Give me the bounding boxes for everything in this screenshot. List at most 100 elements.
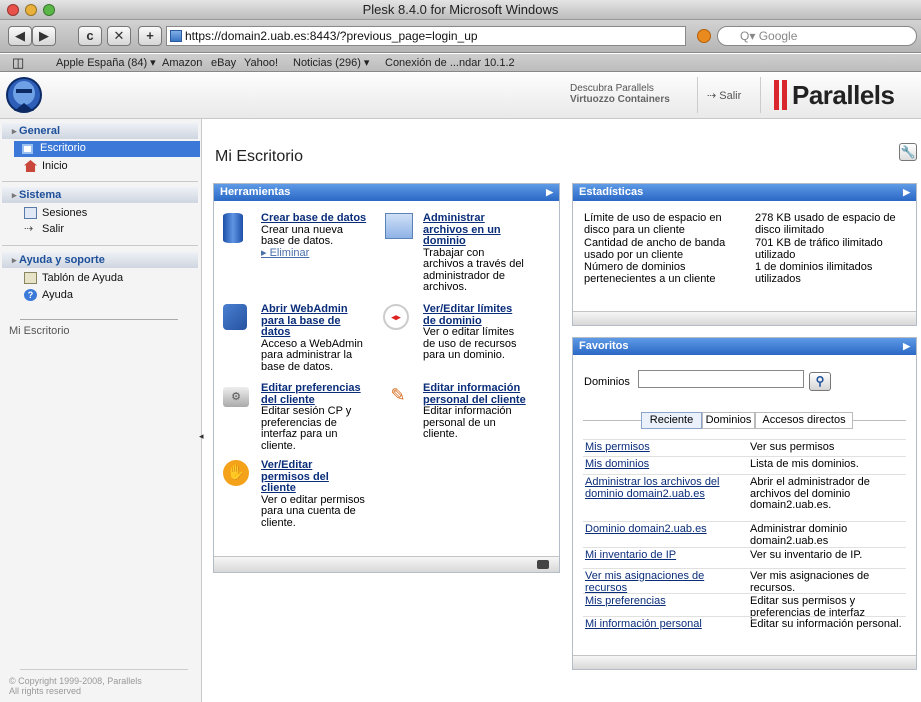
- favorite-link[interactable]: Mis dominios: [585, 458, 735, 471]
- expand-arrow-icon[interactable]: ▶: [903, 184, 910, 201]
- row-divider: [583, 616, 906, 617]
- sidebar-section-general[interactable]: General: [2, 123, 198, 139]
- stat-line: 278 KB usado de espacio de: [755, 212, 896, 224]
- desc-line: Abrir el administrador de: [750, 476, 870, 488]
- sidebar-item-ayuda[interactable]: ? Ayuda: [22, 288, 73, 303]
- sidebar-item-tablon[interactable]: Tablón de Ayuda: [22, 271, 123, 286]
- copyright-line: © Copyright 1999-2008, Parallels: [9, 676, 142, 686]
- desc-line: domain2.uab.es: [750, 534, 829, 547]
- stats-panel-footer: [573, 311, 916, 325]
- link-line: Editar preferencias: [261, 382, 361, 394]
- stop-button[interactable]: ✕: [107, 26, 131, 46]
- tool-desc: para un dominio.: [423, 349, 505, 361]
- window-title-bar: Plesk 8.4.0 for Microsoft Windows: [0, 0, 921, 20]
- limites-dominio-link[interactable]: Ver/Editar límites de dominio: [423, 303, 583, 327]
- reload-button[interactable]: c: [78, 26, 102, 46]
- stat-line: pertenecientes a un cliente: [584, 272, 716, 285]
- bookmark-yahoo[interactable]: Yahoo!: [244, 54, 278, 72]
- sidebar-item-label: Salir: [42, 223, 65, 235]
- row-divider: [583, 568, 906, 569]
- url-field[interactable]: https://domain2.uab.es:8443/?previous_pa…: [166, 26, 686, 46]
- bookmark-conexion[interactable]: Conexión de ...ndar 10.1.2: [385, 54, 515, 72]
- tab-dominios[interactable]: Dominios: [702, 412, 755, 429]
- favorite-link[interactable]: Mi información personal: [585, 618, 735, 631]
- tools-panel: Herramientas ▶ Crear base de datos Crear …: [213, 183, 560, 573]
- sidebar-section-sistema[interactable]: Sistema: [2, 187, 198, 203]
- favorite-link[interactable]: Ver mis asignaciones de recursos: [585, 570, 735, 594]
- link-line: Mi información personal: [585, 618, 702, 630]
- zoom-window-icon[interactable]: [43, 4, 55, 16]
- tools-panel-header[interactable]: Herramientas ▶: [214, 184, 559, 201]
- link-line: permisos del: [261, 470, 329, 483]
- tab-reciente[interactable]: Reciente: [641, 412, 702, 429]
- sidebar-section-ayuda-soporte[interactable]: Ayuda y soporte: [2, 252, 198, 268]
- link-line: Editar información: [423, 382, 521, 394]
- administrar-archivos-link[interactable]: Administrar archivos en un dominio: [423, 212, 583, 248]
- favorite-link[interactable]: Dominio domain2.uab.es: [585, 523, 735, 536]
- sidebar-item-label: Inicio: [42, 160, 68, 172]
- header-divider: [760, 77, 761, 113]
- header-logout-link[interactable]: ⇢ Salir: [707, 89, 741, 102]
- sidebar-item-salir[interactable]: ⇢ Salir: [22, 222, 64, 237]
- eliminar-link[interactable]: ▸ Eliminar: [261, 247, 421, 260]
- stats-panel-header[interactable]: Estadísticas ▶: [573, 184, 916, 201]
- close-window-icon[interactable]: [7, 4, 19, 16]
- desc-line: Lista de mis dominios.: [750, 458, 859, 470]
- bookmark-noticias[interactable]: Noticias (296) ▾: [293, 54, 369, 72]
- favorite-link[interactable]: Mis permisos: [585, 441, 735, 454]
- parallels-brand[interactable]: Parallels: [792, 81, 895, 109]
- favorite-link[interactable]: Mi inventario de IP: [585, 549, 735, 562]
- sidebar-item-label: Tablón de Ayuda: [42, 272, 124, 284]
- desktop-icon: [22, 144, 33, 154]
- copyright: © Copyright 1999-2008, Parallels All rig…: [9, 676, 142, 696]
- sidebar-item-escritorio[interactable]: Escritorio: [14, 141, 200, 157]
- tab-accesos-directos[interactable]: Accesos directos: [755, 412, 853, 429]
- back-button[interactable]: ◀: [8, 26, 32, 46]
- tool-informacion-personal: ✎ Editar información personal del cliente…: [385, 382, 583, 441]
- link-line: personal del cliente: [423, 393, 526, 406]
- tools-panel-footer: [214, 556, 559, 572]
- favorites-panel-header[interactable]: Favoritos ▶: [573, 338, 916, 355]
- desc-line: Ver sus permisos: [750, 441, 835, 453]
- forward-button[interactable]: ▶: [32, 26, 56, 46]
- bookmarks-book-icon[interactable]: ◫: [12, 54, 24, 72]
- link-line: del cliente: [261, 393, 315, 406]
- favorite-link[interactable]: Mis preferencias: [585, 595, 735, 608]
- promo-line-1[interactable]: Descubra Parallels: [570, 83, 670, 94]
- link-line: de dominio: [423, 314, 482, 327]
- bookmark-ebay[interactable]: eBay: [211, 54, 236, 72]
- bookmark-amazon[interactable]: Amazon: [162, 54, 202, 72]
- tool-desc: base de datos.: [261, 360, 334, 373]
- desc-line: Editar su información personal.: [750, 618, 902, 630]
- sidebar-item-inicio[interactable]: Inicio: [22, 159, 68, 174]
- sidebar-breadcrumb: Mi Escritorio: [9, 325, 70, 337]
- sidebar-item-label: Escritorio: [40, 142, 86, 154]
- minimize-window-icon[interactable]: [25, 4, 37, 16]
- row-divider: [583, 456, 906, 457]
- search-placeholder: Q▾ Google: [740, 29, 798, 43]
- sidebar-item-sesiones[interactable]: Sesiones: [22, 206, 87, 221]
- database-icon: [223, 213, 243, 243]
- plesk-logo-icon[interactable]: [4, 75, 44, 117]
- wrench-icon[interactable]: 🔧: [899, 143, 917, 161]
- permisos-link[interactable]: Ver/Editar permisos del cliente: [261, 459, 421, 495]
- sidebar-collapse-icon[interactable]: ◂: [199, 431, 204, 442]
- expand-arrow-icon[interactable]: ▶: [546, 184, 553, 201]
- informacion-personal-link[interactable]: Editar información personal del cliente: [423, 382, 583, 406]
- rss-icon[interactable]: [697, 29, 711, 43]
- tool-desc: para una cuenta de: [261, 505, 356, 517]
- expand-arrow-icon[interactable]: ▶: [903, 338, 910, 355]
- domains-search-input[interactable]: [638, 370, 804, 388]
- tool-administrar-archivos: Administrar archivos en un dominio Trabaja…: [385, 212, 583, 294]
- tool-desc: cliente.: [261, 439, 296, 452]
- search-field[interactable]: Q▾ Google: [717, 26, 917, 46]
- add-bookmark-button[interactable]: +: [138, 26, 162, 46]
- tool-desc: archivos a través del: [423, 258, 524, 270]
- search-button[interactable]: ⚲: [809, 372, 831, 391]
- favorite-link[interactable]: Administrar los archivos del dominio doma…: [585, 476, 735, 500]
- tool-desc: Editar sesión CP y: [261, 405, 352, 417]
- promo-line-2[interactable]: Virtuozzo Containers: [570, 94, 670, 105]
- favorites-panel: Favoritos ▶ Dominios ⚲ Reciente Dominios …: [572, 337, 917, 670]
- bookmark-apple[interactable]: Apple España (84) ▾: [56, 54, 156, 72]
- keyboard-icon[interactable]: [537, 560, 549, 569]
